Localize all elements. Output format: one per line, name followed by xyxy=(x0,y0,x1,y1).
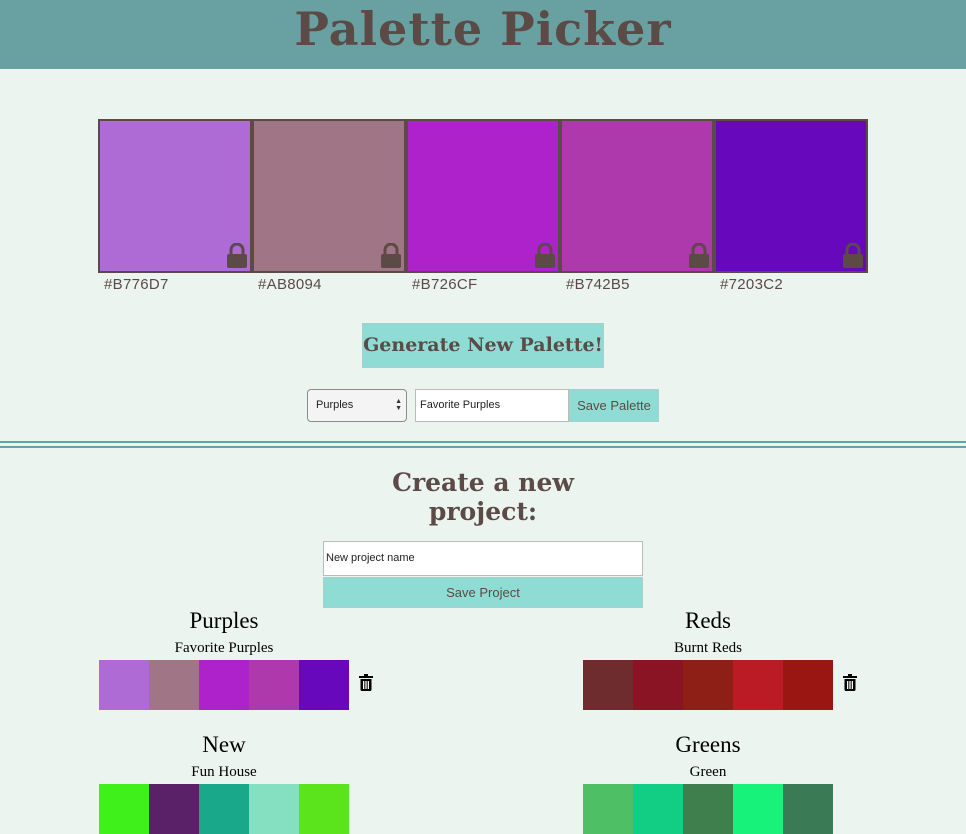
swatch-card: #B726CF xyxy=(406,119,560,293)
saved-palette-strip[interactable] xyxy=(99,660,373,710)
divider xyxy=(0,446,966,448)
project-card: Purples Favorite Purples xyxy=(99,607,399,710)
saved-color-cell xyxy=(683,660,733,710)
saved-palette-name: Favorite Purples xyxy=(174,640,274,656)
app-title: Palette Picker xyxy=(294,2,672,56)
project-name: Purples xyxy=(189,608,259,633)
saved-color-cell xyxy=(783,784,833,834)
saved-palette-name: Green xyxy=(689,764,727,780)
color-swatch[interactable] xyxy=(252,119,406,273)
swatch-hex-label: #AB8094 xyxy=(258,276,322,293)
saved-color-cell xyxy=(99,660,149,710)
saved-color-cell xyxy=(99,784,149,834)
color-swatch[interactable] xyxy=(560,119,714,273)
saved-color-cell xyxy=(199,660,249,710)
saved-color-cell xyxy=(683,784,733,834)
saved-palette-strip[interactable] xyxy=(583,784,833,834)
color-swatch[interactable] xyxy=(406,119,560,273)
saved-palette-name: Burnt Reds xyxy=(674,640,742,656)
saved-palette-name: Fun House xyxy=(191,764,257,780)
saved-color-cell xyxy=(149,660,199,710)
project-name: Reds xyxy=(685,608,731,633)
project-name: New xyxy=(202,732,246,757)
lock-icon[interactable] xyxy=(534,243,556,269)
color-swatch[interactable] xyxy=(714,119,868,273)
saved-color-cell xyxy=(299,784,349,834)
save-project-button[interactable]: Save Project xyxy=(323,577,643,608)
saved-color-cell xyxy=(733,660,783,710)
saved-color-cell xyxy=(149,784,199,834)
saved-palette-strip[interactable] xyxy=(583,660,857,710)
lock-icon[interactable] xyxy=(842,243,864,269)
swatch-card: #B742B5 xyxy=(560,119,714,293)
create-project-heading: Create a new project: xyxy=(392,468,574,526)
lock-icon[interactable] xyxy=(226,243,248,269)
project-card: Greens Green xyxy=(583,731,883,834)
saved-color-cell xyxy=(783,660,833,710)
trash-icon[interactable] xyxy=(843,674,857,691)
saved-color-cell xyxy=(733,784,783,834)
project-select[interactable]: Purples ▲ ▼ xyxy=(307,389,407,422)
saved-palette-strip[interactable] xyxy=(99,784,349,834)
swatch-hex-label: #B776D7 xyxy=(104,276,169,293)
swatch-card: #7203C2 xyxy=(714,119,868,293)
trash-icon[interactable] xyxy=(359,674,373,691)
select-arrows-icon: ▲ ▼ xyxy=(395,398,402,412)
saved-color-cell xyxy=(199,784,249,834)
swatch-card: #AB8094 xyxy=(252,119,406,293)
swatch-card: #B776D7 xyxy=(98,119,252,293)
project-name: Greens xyxy=(675,732,741,757)
color-swatch[interactable] xyxy=(98,119,252,273)
saved-color-cell xyxy=(633,784,683,834)
saved-color-cell xyxy=(633,660,683,710)
project-card: Reds Burnt Reds xyxy=(583,607,883,710)
swatch-hex-label: #B742B5 xyxy=(566,276,630,293)
saved-color-cell xyxy=(299,660,349,710)
saved-color-cell xyxy=(583,784,633,834)
saved-color-cell xyxy=(583,660,633,710)
header-bar: Palette Picker xyxy=(0,0,966,69)
lock-icon[interactable] xyxy=(688,243,710,269)
swatch-hex-label: #7203C2 xyxy=(720,276,783,293)
palette-name-input[interactable]: Favorite Purples xyxy=(415,389,569,422)
project-name-input[interactable]: New project name xyxy=(323,541,643,576)
saved-color-cell xyxy=(249,784,299,834)
swatch-hex-label: #B726CF xyxy=(412,276,478,293)
project-select-value: Purples xyxy=(316,399,354,411)
generate-palette-button[interactable]: Generate New Palette! xyxy=(362,323,604,368)
project-card: New Fun House xyxy=(99,731,399,834)
lock-icon[interactable] xyxy=(380,243,402,269)
save-palette-button[interactable]: Save Palette xyxy=(569,389,659,422)
divider xyxy=(0,441,966,443)
saved-color-cell xyxy=(249,660,299,710)
